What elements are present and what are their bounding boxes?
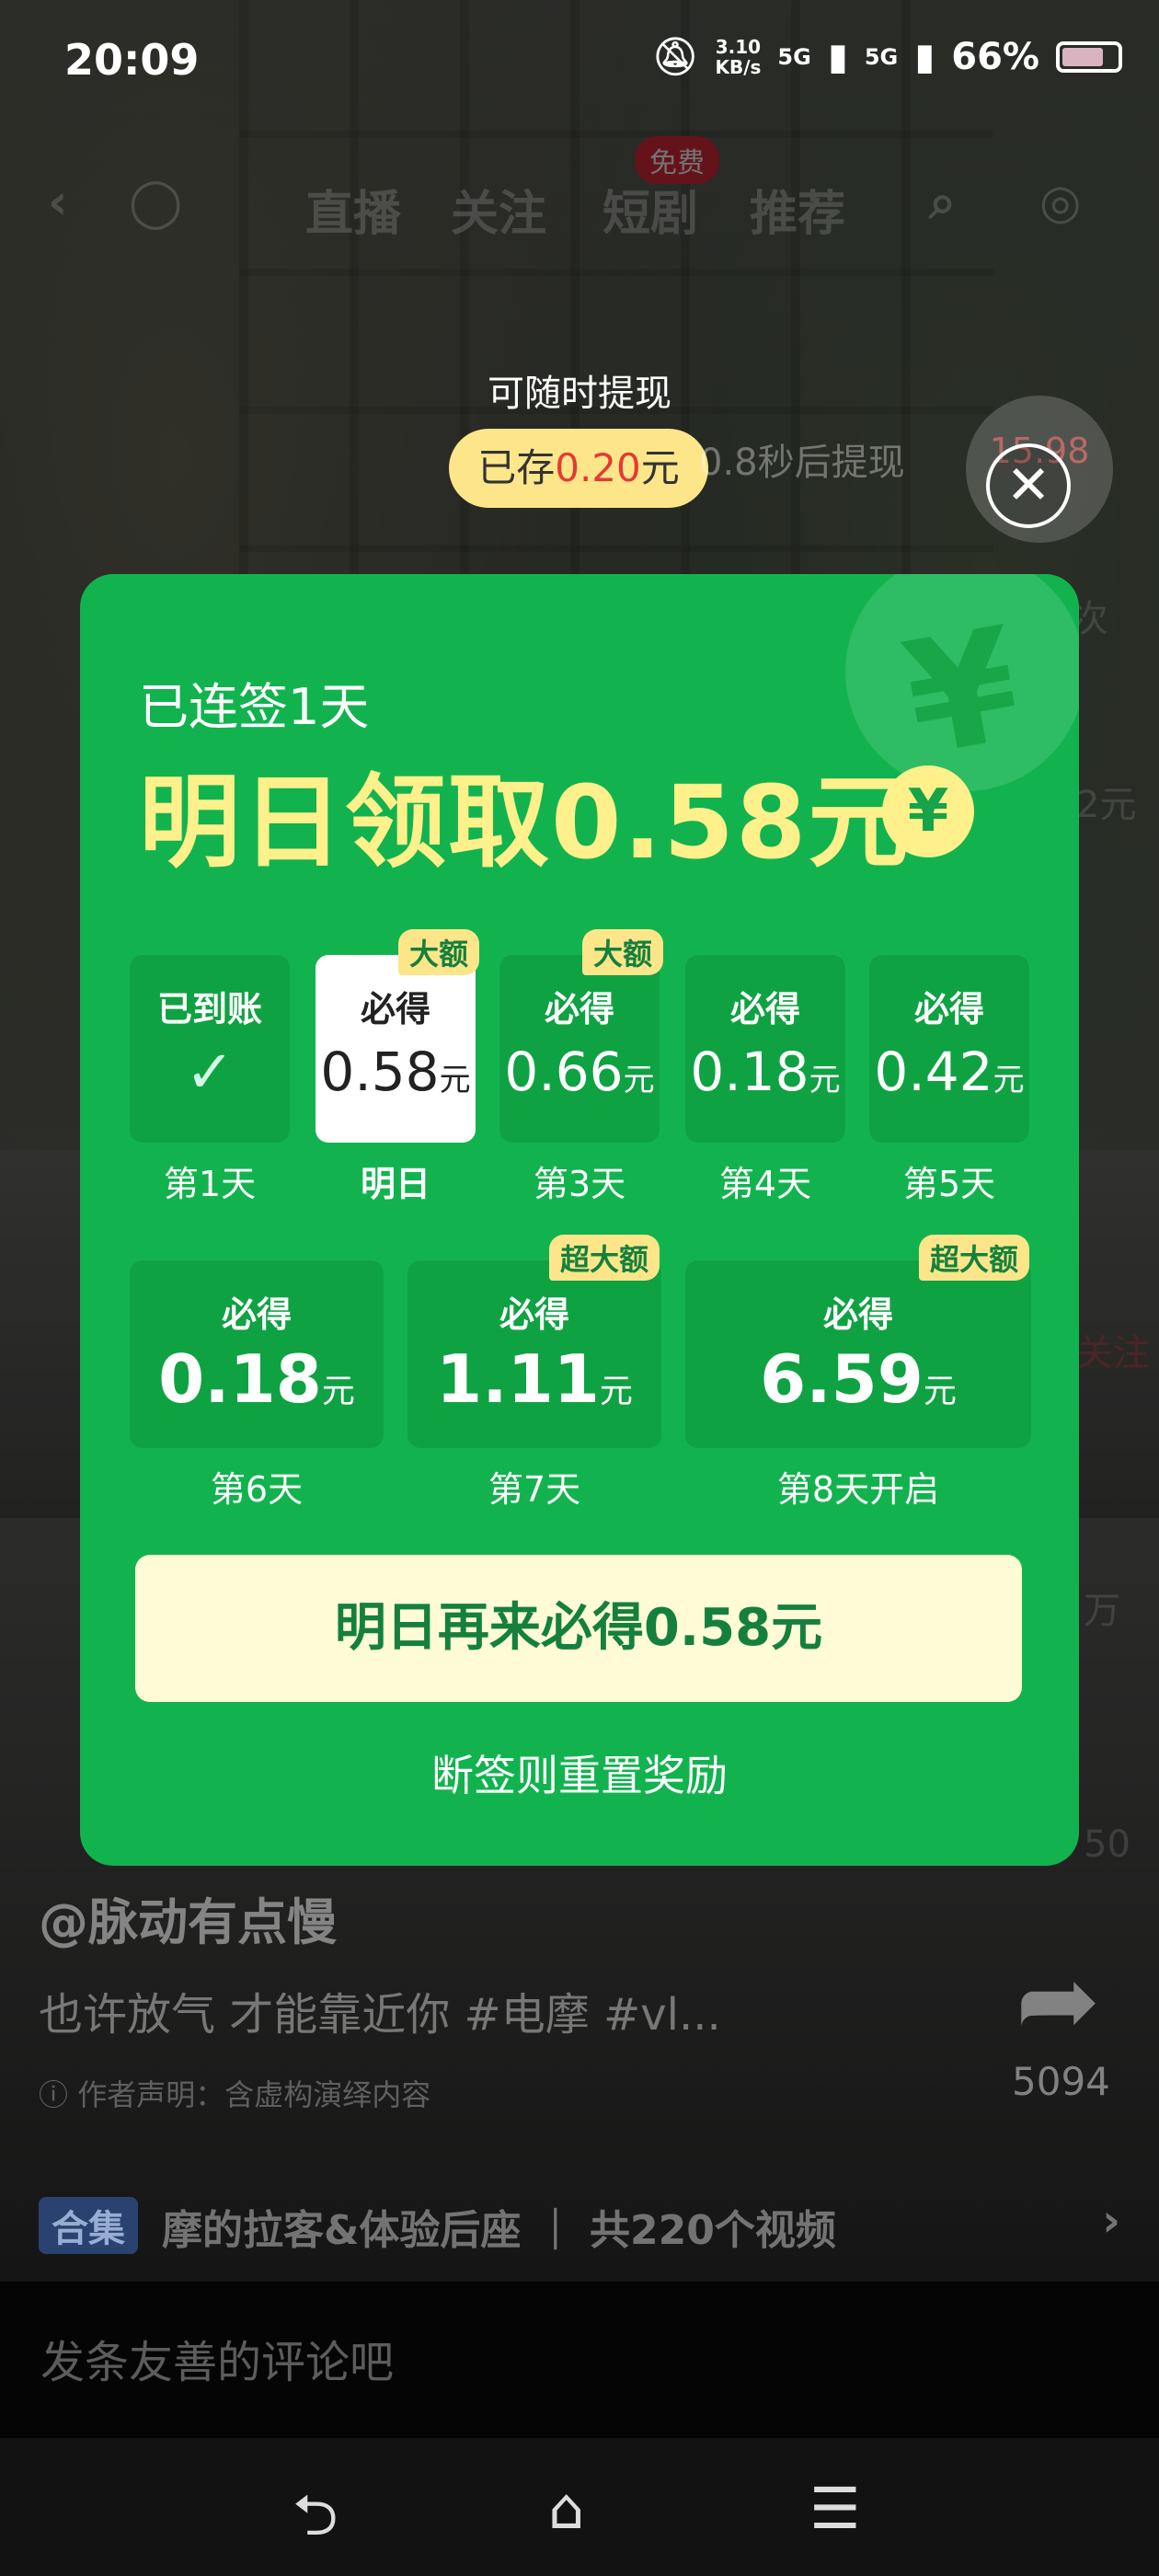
home-nav-icon[interactable]: ⌂ [548,2475,584,2542]
day-8-box: 必得 6.59元 [685,1260,1031,1448]
day-3-box: 必得 0.66元 [499,955,660,1143]
saved-amount-pill: 已存0.20元 [449,429,708,508]
day-5-label: 第5天 [902,1164,996,1204]
day-2-box: 必得 0.58元 [316,955,476,1143]
share-icon[interactable]: ➦ [1016,1941,1100,2059]
sign-in-card: ¥ 已连签1天 明日领取0.58元 ¥ 已到账 ✓ 第1天 必得 0.58元 大… [80,574,1079,1866]
network-speed: 3.10 KB/s [715,35,762,78]
day-4-box: 必得 0.18元 [685,955,845,1143]
close-icon: ✕ [1005,454,1051,516]
collection-bar[interactable]: 合集 摩的拉客&体验后座 ｜ 共220个视频 › [0,2188,1159,2280]
screen: ‹ ◯ 直播 关注 短剧 推荐 ⌕ ◎ 免费 次 2元 关注 万 50 20:0… [0,0,1159,2576]
day-6-box: 必得 0.18元 [130,1260,384,1448]
day-2-label: 明日 [360,1164,430,1204]
author-declaration: ⓘ 作者声明：含虚构演绎内容 [39,2077,431,2112]
day-8-label: 第8天开启 [776,1469,940,1510]
video-caption[interactable]: 也许放气 才能靠近你 #电摩 #vl... [39,1978,721,2042]
signal-5g-1: 5G [777,43,811,70]
yen-icon: ¥ [882,765,974,857]
day-7-box: 必得 1.11元 [407,1260,661,1448]
collection-title: 摩的拉客&体验后座 ｜ 共220个视频 [162,2207,836,2254]
day-5-box: 必得 0.42元 [869,955,1029,1143]
streak-text: 已连签1天 [139,678,370,736]
comment-bar[interactable]: 发条友善的评论吧 [0,2282,1159,2438]
saved-amount: 0.20 [555,445,641,490]
day-3-badge: 大额 [582,929,664,975]
withdraw-anytime-tip: 可随时提现 [488,373,671,415]
reset-rule-note: 断签则重置奖励 [431,1751,728,1800]
status-bar: 20:09 🔕︎ 3.10 KB/s 5G ▮ 5G ▮ 66% [0,0,1159,120]
day-3-label: 第3天 [533,1164,626,1204]
comment-input[interactable]: 发条友善的评论吧 [40,2326,394,2390]
battery-percent: 66% [951,35,1039,78]
day-7-badge: 超大额 [549,1235,660,1281]
author-name[interactable]: @脉动有点慢 [39,1881,337,1954]
day-2-badge: 大额 [398,929,480,975]
day-8-badge: 超大额 [919,1235,1030,1281]
day-4-label: 第4天 [718,1164,812,1204]
withdraw-countdown: 0.8秒后提现 [699,442,905,484]
signal-icon-1: ▮ [827,35,848,78]
signal-icon-2: ▮ [914,35,935,78]
headline: 明日领取0.58元 [139,764,912,881]
battery-icon [1056,40,1122,73]
day-1-box: 已到账 ✓ [130,955,290,1143]
collection-tag: 合集 [39,2197,138,2254]
chevron-right-icon: › [1102,2195,1120,2247]
system-nav-bar: ⮌ ⌂ ☰ [0,2438,1159,2576]
mute-icon: 🔕︎ [651,36,699,78]
status-time: 20:09 [64,35,200,85]
share-count: 5094 [1012,2059,1110,2104]
status-indicators: 🔕︎ 3.10 KB/s 5G ▮ 5G ▮ 66% [652,35,1122,78]
check-icon: ✓ [185,1039,235,1107]
signal-5g-2: 5G [864,43,899,70]
day-7-label: 第7天 [488,1469,581,1510]
menu-nav-icon[interactable]: ☰ [809,2475,861,2542]
come-back-tomorrow-button[interactable]: 明日再来必得0.58元 [135,1555,1022,1702]
day-6-label: 第6天 [210,1469,304,1510]
close-button[interactable]: ✕ [986,443,1071,528]
day-1-label: 第1天 [163,1164,257,1204]
back-nav-icon[interactable]: ⮌ [293,2475,339,2571]
